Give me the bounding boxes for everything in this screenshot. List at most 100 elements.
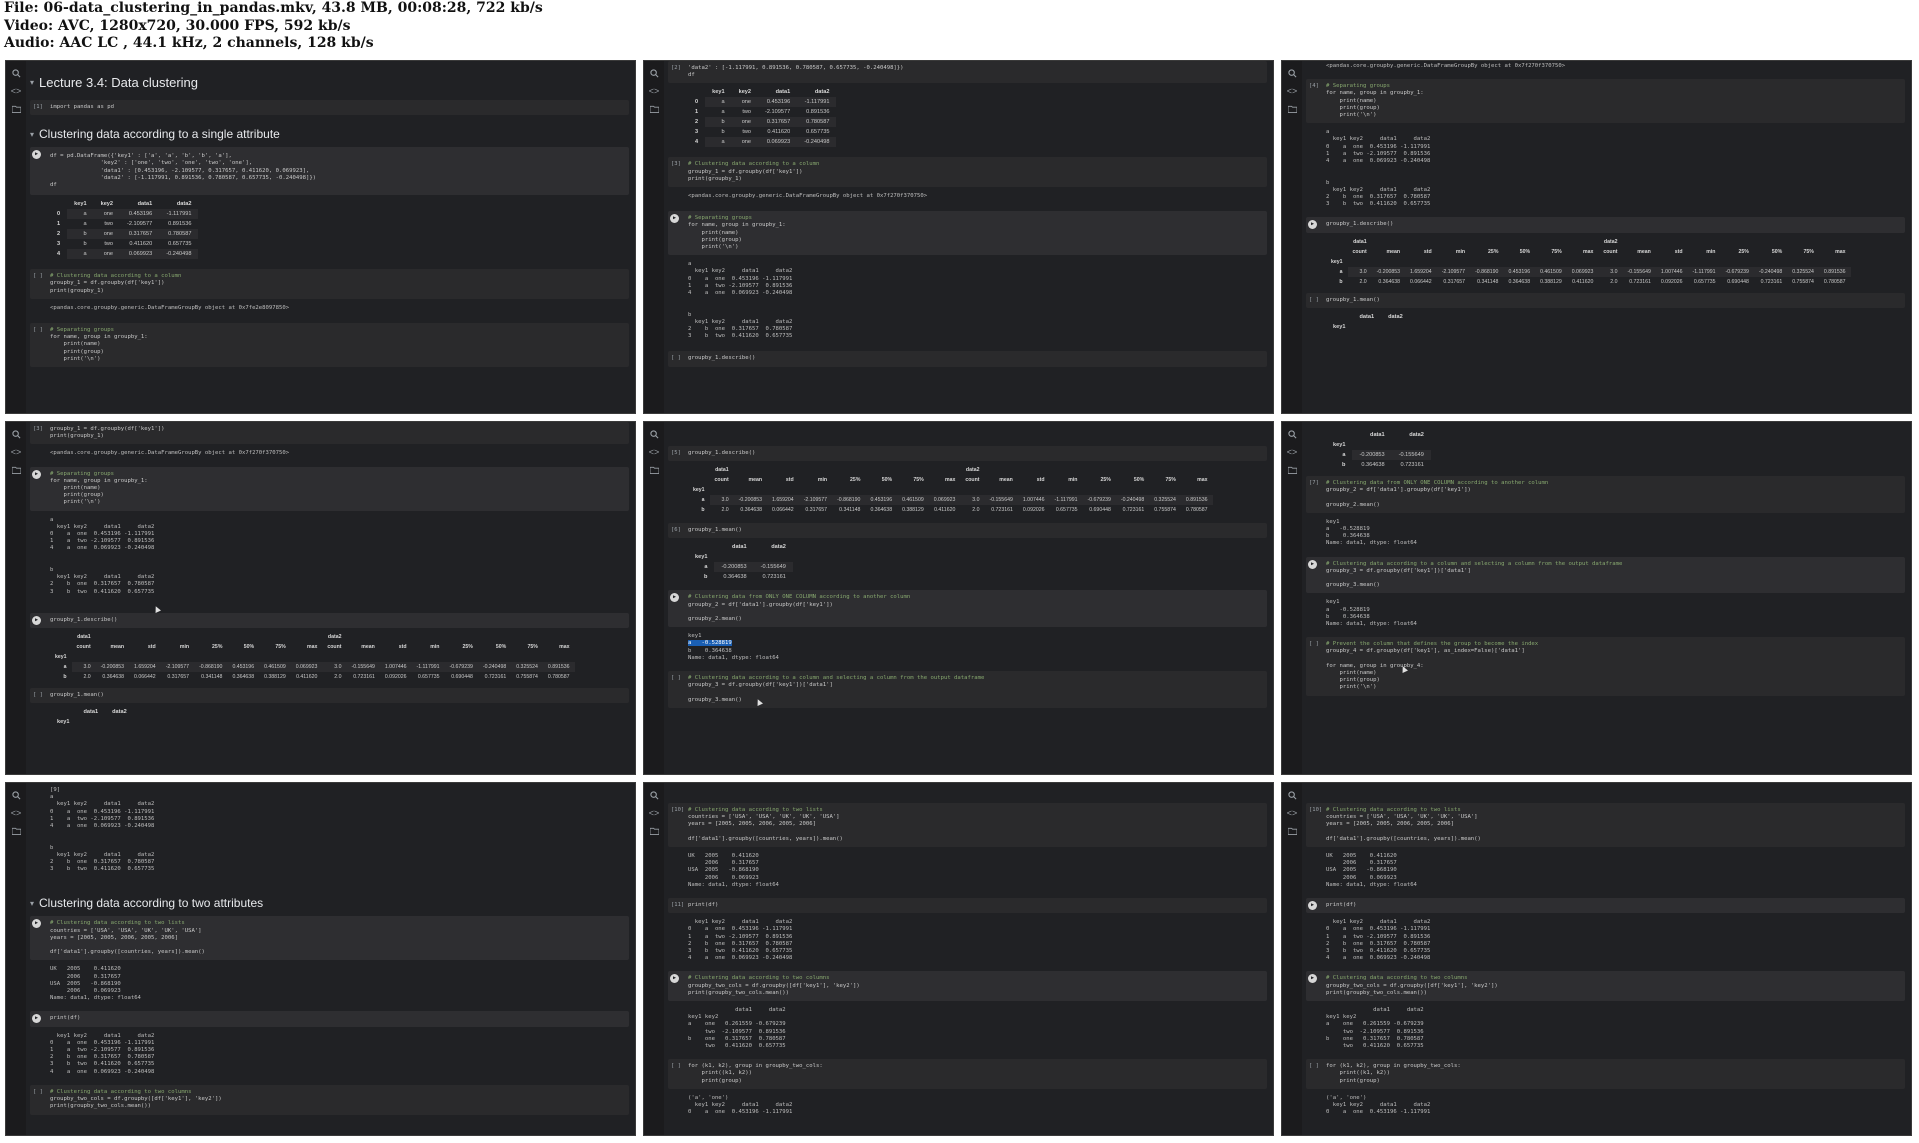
code-cell-two-lists[interactable]: [10] # Clustering data according to two l…: [1306, 803, 1905, 848]
folder-icon[interactable]: [649, 466, 659, 474]
code-cell-groupby-3[interactable]: ▶ # Clustering data according to a column…: [1306, 556, 1905, 594]
code-cell-describe[interactable]: ▶ groupby_1.describe(): [30, 612, 629, 629]
section-heading-two[interactable]: ▾ Clustering data according to two attrib…: [30, 896, 629, 910]
run-cell-icon[interactable]: ▶: [670, 214, 679, 224]
code-cell-import[interactable]: [1] import pandas as pd: [30, 100, 629, 116]
code-icon[interactable]: <>: [1287, 87, 1298, 96]
frame-8: <> [10] # Clustering data according to tw…: [643, 782, 1274, 1136]
code-cell-mean[interactable]: [ ] groupby_1.mean(): [1306, 292, 1905, 308]
code-cell-separate[interactable]: [ ] # Separating groups for name, group i…: [30, 323, 629, 368]
code-cell-print-df[interactable]: ▶ print(df): [30, 1011, 629, 1027]
folder-icon[interactable]: [1287, 105, 1297, 113]
search-icon[interactable]: [1287, 430, 1297, 439]
frame-3: <> <pandas.core.groupby.generic.DataFram…: [1281, 60, 1912, 414]
run-cell-icon[interactable]: ▶: [670, 974, 679, 984]
frame-6: <> data1 data2 key1 a -0.200853 -0.155649 b…: [1281, 421, 1912, 775]
code-cell-dataframe[interactable]: ▶ df = pd.DataFrame({'key1' : ['a', 'a', …: [30, 147, 629, 196]
run-cell-icon[interactable]: ▶: [32, 615, 41, 625]
search-icon[interactable]: [1287, 791, 1297, 800]
code-icon[interactable]: <>: [649, 87, 660, 96]
mean-output: data1 data2 key1: [57, 709, 127, 726]
code-icon[interactable]: <>: [1287, 809, 1298, 818]
code-cell-groupby[interactable]: [3] # Clustering data according to a colu…: [668, 157, 1267, 188]
code-cell-mean[interactable]: [6] groupby_1.mean(): [668, 523, 1267, 539]
code-cell-describe[interactable]: ▶ groupby_1.describe(): [1306, 217, 1905, 233]
run-cell-icon[interactable]: ▶: [1308, 901, 1317, 911]
code-cell-separate[interactable]: ▶ # Separating groups for name, group in …: [668, 211, 1267, 256]
side-rail: <>: [644, 61, 664, 413]
search-icon[interactable]: [649, 791, 659, 800]
section-heading-single[interactable]: ▾ Clustering data according to a single a…: [30, 127, 629, 141]
code-cell-describe[interactable]: [5] groupby_1.describe(): [668, 446, 1267, 462]
code-cell-describe[interactable]: [ ] groupby_1.describe(): [668, 351, 1267, 367]
code-cell-groupby[interactable]: [ ] # Clustering data according to a colu…: [30, 269, 629, 299]
folder-icon[interactable]: [11, 466, 21, 474]
notebook-content: <pandas.core.groupby.generic.DataFrameGr…: [1306, 61, 1905, 413]
describe-output: data1 data2 count mean std min 25% 50% 75% max co…: [688, 465, 1213, 515]
print-df-output: key1 key2 data1 data2 0 a one 0.453196 -…: [50, 1032, 155, 1075]
search-icon[interactable]: [649, 430, 659, 439]
code-cell-two-cols[interactable]: ▶ # Clustering data according to two colu…: [668, 971, 1267, 1002]
search-icon[interactable]: [1287, 69, 1297, 78]
notebook-content: [2]'data2' : [-1.117991, 0.891536, 0.780…: [668, 61, 1267, 413]
code-icon[interactable]: <>: [11, 448, 22, 457]
code-cell-groupby-4[interactable]: [ ] # Prevent the column that defines the…: [1306, 637, 1905, 696]
code-cell-print-df[interactable]: ▶ print(df): [1306, 898, 1905, 914]
run-cell-icon[interactable]: ▶: [32, 1014, 41, 1024]
folder-icon[interactable]: [11, 827, 21, 835]
code-icon[interactable]: <>: [649, 448, 660, 457]
audio-info: Audio: AAC LC , 44.1 kHz, 2 channels, 12…: [4, 35, 374, 52]
code-cell-print-df[interactable]: [11] print(df): [668, 898, 1267, 914]
search-icon[interactable]: [11, 430, 21, 439]
collapse-caret-icon[interactable]: ▾: [30, 130, 34, 139]
code-icon[interactable]: <>: [649, 809, 660, 818]
code-cell-loop[interactable]: [ ] for (k1, k2), group in groupby_two_co…: [668, 1059, 1267, 1089]
notebook-content: data1 data2 key1 a -0.200853 -0.155649 b 0.3…: [1306, 422, 1905, 774]
code-cell-separate[interactable]: [4] # Separating groups for name, group i…: [1306, 79, 1905, 124]
separate-output: [9] a key1 key2 data1 data2 0 a one 0.45…: [50, 787, 155, 873]
notebook-content: ▾ Lecture 3.4: Data clustering [1] import …: [30, 61, 629, 413]
code-cell-separate[interactable]: ▶ # Separating groups for name, group in …: [30, 466, 629, 511]
notebook-content: [10] # Clustering data according to two l…: [1306, 783, 1905, 1135]
code-cell-groupby-2[interactable]: [7] # Clustering data from ONLY ONE COLUM…: [1306, 476, 1905, 513]
search-icon[interactable]: [649, 69, 659, 78]
frame-9: <> [10] # Clustering data according to tw…: [1281, 782, 1912, 1136]
code-cell-two-cols[interactable]: [ ] # Clustering data according to two co…: [30, 1084, 629, 1115]
mean-output: data1 data2 key1 a -0.200853 -0.155649 b 0.3…: [688, 542, 793, 582]
video-info-header: File: 06-data_clustering_in_pandas.mkv, …: [4, 0, 1004, 58]
run-cell-icon[interactable]: ▶: [670, 593, 679, 603]
folder-icon[interactable]: [649, 105, 659, 113]
code-cell-groupby[interactable]: [3] groupby_1 = df.groupby(df['key1']) pr…: [30, 422, 629, 445]
code-icon[interactable]: <>: [11, 87, 22, 96]
code-cell-loop[interactable]: [ ] for (k1, k2), group in groupby_two_co…: [1306, 1059, 1905, 1089]
search-icon[interactable]: [11, 791, 21, 800]
collapse-caret-icon[interactable]: ▾: [30, 899, 34, 908]
separate-output: a key1 key2 data1 data2 0 a one 0.453196…: [688, 261, 793, 340]
code-cell-groupby-2[interactable]: ▶ # Clustering data from ONLY ONE COLUMN …: [668, 590, 1267, 628]
folder-icon[interactable]: [1287, 466, 1297, 474]
collapse-caret-icon[interactable]: ▾: [30, 78, 34, 87]
code-icon[interactable]: <>: [11, 809, 22, 818]
frame-2: <> [2]'data2' : [-1.117991, 0.891536, 0.…: [643, 60, 1274, 414]
search-icon[interactable]: [11, 69, 21, 78]
folder-icon[interactable]: [1287, 827, 1297, 835]
code-cell-two-cols[interactable]: ▶ # Clustering data according to two colu…: [1306, 971, 1905, 1002]
lecture-heading[interactable]: ▾ Lecture 3.4: Data clustering: [30, 75, 629, 90]
notebook-content: [9] a key1 key2 data1 data2 0 a one 0.45…: [30, 783, 629, 1135]
code-icon[interactable]: <>: [1287, 448, 1298, 457]
print-df-output: key1 key2 data1 data2 0 a one 0.453196 -…: [1326, 919, 1431, 962]
code-cell-dataframe[interactable]: [2]'data2' : [-1.117991, 0.891536, 0.780…: [668, 61, 1267, 84]
folder-icon[interactable]: [649, 827, 659, 835]
run-cell-icon[interactable]: ▶: [32, 919, 41, 929]
run-cell-icon[interactable]: ▶: [1308, 974, 1317, 984]
folder-icon[interactable]: [11, 105, 21, 113]
code-cell-mean[interactable]: [ ] groupby_1.mean(): [30, 688, 629, 704]
code-cell-two-lists[interactable]: ▶ # Clustering data according to two list…: [30, 916, 629, 961]
run-cell-icon[interactable]: ▶: [32, 469, 41, 479]
loop-output: ('a', 'one') key1 key2 data1 data2 0 a o…: [1326, 1094, 1431, 1116]
run-cell-icon[interactable]: ▶: [32, 150, 41, 160]
run-cell-icon[interactable]: ▶: [1308, 220, 1317, 230]
frame-5: <> [5] groupby_1.describe() data1 data2 co…: [643, 421, 1274, 775]
code-cell-two-lists[interactable]: [10] # Clustering data according to two l…: [668, 803, 1267, 848]
run-cell-icon[interactable]: ▶: [1308, 559, 1317, 569]
